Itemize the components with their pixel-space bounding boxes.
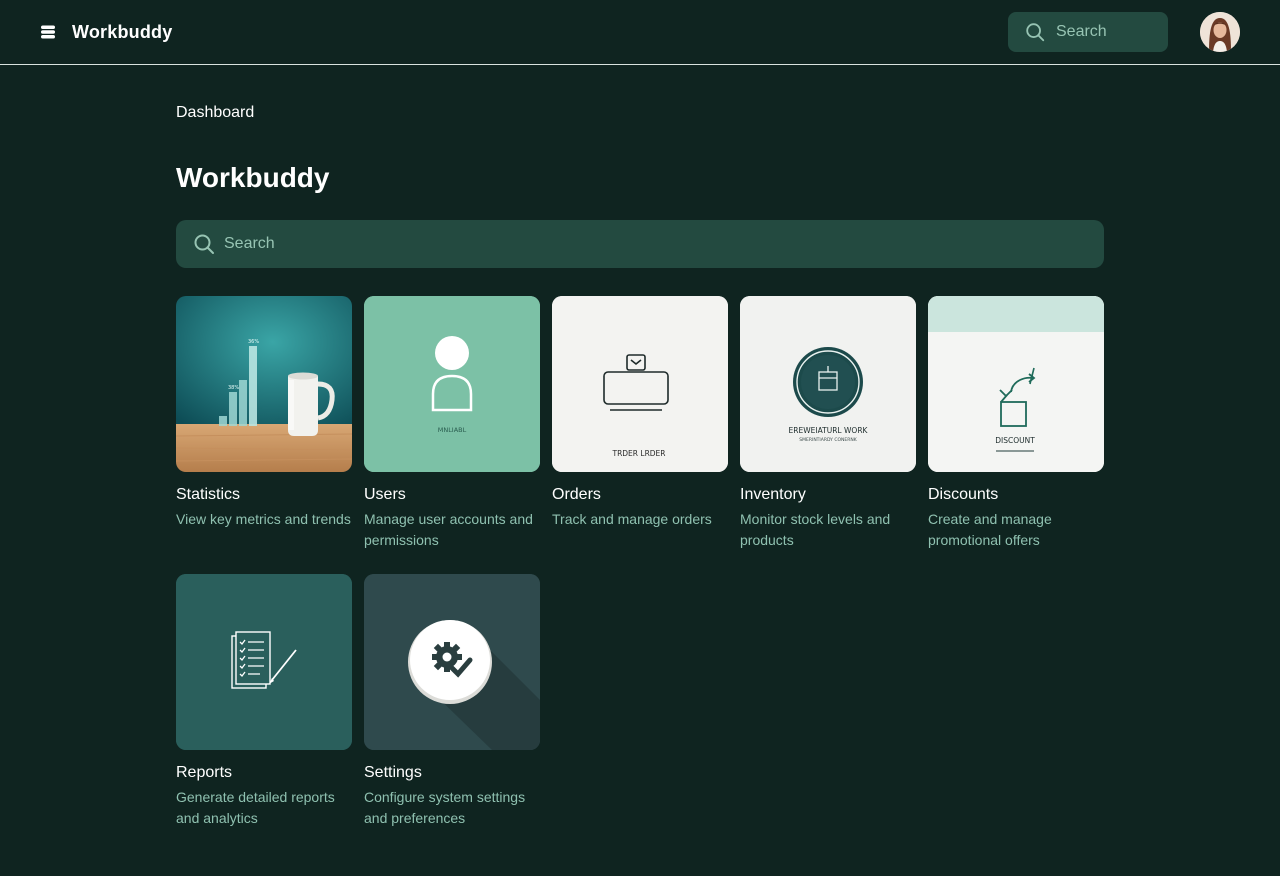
card-users[interactable]: MNLIABL Users Manage user accounts and p… bbox=[364, 296, 540, 551]
search-icon bbox=[1026, 23, 1045, 42]
card-description: Manage user accounts and permissions bbox=[364, 511, 533, 548]
search-icon bbox=[194, 234, 214, 254]
main-search-input[interactable]: Search bbox=[176, 220, 1104, 268]
avatar-image bbox=[1200, 12, 1240, 52]
stack-icon bbox=[41, 25, 55, 39]
card-inventory[interactable]: EREWEIATURL WORK SMERINTIARDY CONERNK In… bbox=[740, 296, 916, 551]
card-title: Statistics bbox=[176, 486, 241, 503]
top-bar: Workbuddy Search bbox=[0, 0, 1280, 65]
card-title: Settings bbox=[364, 764, 422, 781]
inventory-badge-icon: EREWEIATURL WORK SMERINTIARDY CONERNK bbox=[740, 296, 916, 472]
thumb-subcaption: SMERINTIARDY CONERNK bbox=[799, 437, 857, 443]
thumb-caption: DISCOUNT bbox=[995, 436, 1035, 445]
brand[interactable]: Workbuddy bbox=[40, 20, 172, 44]
card-title: Discounts bbox=[928, 486, 999, 503]
card-orders[interactable]: TRDER LRDER Orders Track and manage orde… bbox=[552, 296, 728, 530]
card-title: Inventory bbox=[740, 486, 806, 503]
gear-check-icon bbox=[364, 574, 540, 750]
card-statistics[interactable]: 36% 38% Statistics View key metrics and … bbox=[176, 296, 352, 530]
card-description: Track and manage orders bbox=[552, 511, 712, 527]
checklist-pen-icon bbox=[176, 574, 352, 750]
brand-name: Workbuddy bbox=[72, 21, 173, 42]
card-description: Monitor stock levels and products bbox=[740, 511, 891, 548]
thumb-caption: EREWEIATURL WORK bbox=[789, 426, 869, 435]
orders-thumbnail: TRDER LRDER bbox=[552, 296, 728, 472]
user-icon: MNLIABL bbox=[364, 296, 540, 472]
reports-thumbnail bbox=[176, 574, 352, 750]
users-thumbnail: MNLIABL bbox=[364, 296, 540, 472]
thumb-caption: TRDER LRDER bbox=[611, 449, 665, 458]
header-search-input[interactable]: Search bbox=[1008, 12, 1168, 52]
statistics-thumbnail: 36% 38% bbox=[176, 296, 352, 472]
card-description: Create and manage promotional offers bbox=[928, 511, 1052, 548]
card-description: Configure system settings and preference… bbox=[364, 789, 526, 826]
avatar[interactable] bbox=[1200, 12, 1240, 52]
card-description: Generate detailed reports and analytics bbox=[176, 789, 335, 826]
chart-label: 38% bbox=[228, 385, 239, 391]
card-description: View key metrics and trends bbox=[176, 511, 351, 527]
settings-thumbnail bbox=[364, 574, 540, 750]
card-title: Orders bbox=[552, 486, 601, 503]
page-title: Workbuddy bbox=[176, 162, 330, 193]
thumb-caption: MNLIABL bbox=[438, 426, 467, 434]
card-discounts[interactable]: DISCOUNT Discounts Create and manage pro… bbox=[928, 296, 1104, 551]
header-search-placeholder: Search bbox=[1056, 23, 1107, 40]
card-settings[interactable]: Settings Configure system settings and p… bbox=[364, 574, 540, 829]
card-title: Reports bbox=[176, 764, 233, 781]
chart-label: 36% bbox=[248, 339, 259, 345]
discounts-thumbnail: DISCOUNT bbox=[928, 296, 1104, 472]
breadcrumb[interactable]: Dashboard bbox=[176, 104, 254, 122]
bar-chart-mug-image: 36% 38% bbox=[176, 296, 352, 472]
monitor-box-icon: TRDER LRDER bbox=[552, 296, 728, 472]
discount-tag-icon: DISCOUNT bbox=[928, 296, 1104, 472]
inventory-thumbnail: EREWEIATURL WORK SMERINTIARDY CONERNK bbox=[740, 296, 916, 472]
card-reports[interactable]: Reports Generate detailed reports and an… bbox=[176, 574, 352, 829]
card-title: Users bbox=[364, 486, 406, 503]
main-search-placeholder: Search bbox=[224, 235, 275, 252]
